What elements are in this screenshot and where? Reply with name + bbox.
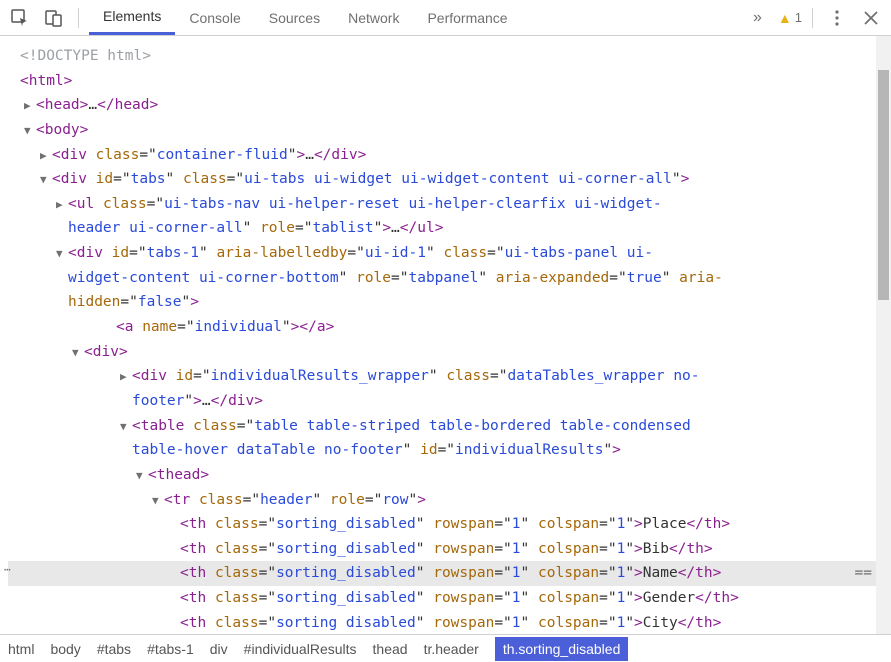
dom-line[interactable]: <!DOCTYPE html>	[8, 44, 876, 69]
dom-line[interactable]: header ui-corner-all" role="tablist">…</…	[8, 216, 876, 241]
warnings-badge[interactable]: ▲ 1	[778, 10, 802, 26]
dom-line[interactable]: ▼<div id="tabs-1" aria-labelledby="ui-id…	[8, 241, 876, 266]
expand-arrow-icon[interactable]: ▼	[56, 245, 68, 264]
separator	[78, 8, 79, 28]
dom-breadcrumb: html body #tabs #tabs-1 div #individualResult…	[0, 634, 891, 662]
breadcrumb-item[interactable]: #tabs	[97, 641, 131, 657]
panel-tabs: ElementsConsoleSourcesNetworkPerformance	[89, 0, 737, 35]
breadcrumb-item[interactable]: tr.header	[424, 641, 479, 657]
breadcrumb-item[interactable]: th.sorting_disabled	[495, 637, 629, 661]
device-toggle-icon[interactable]	[40, 4, 68, 32]
breadcrumb-item[interactable]: body	[50, 641, 80, 657]
breadcrumb-item[interactable]: thead	[373, 641, 408, 657]
dom-line[interactable]: <th class="sorting disabled" rowspan="1"…	[8, 611, 876, 634]
dom-line[interactable]: <th class="sorting_disabled" rowspan="1"…	[8, 586, 876, 611]
dom-line[interactable]: table-hover dataTable no-footer" id="ind…	[8, 438, 876, 463]
breadcrumb-item[interactable]: div	[210, 641, 228, 657]
vertical-scrollbar[interactable]	[876, 36, 891, 634]
expand-arrow-icon[interactable]: ▼	[120, 418, 132, 437]
expand-arrow-icon[interactable]: ▶	[120, 368, 132, 387]
dom-line[interactable]: <html>	[8, 69, 876, 94]
dom-line[interactable]: ▼<div id="tabs" class="ui-tabs ui-widget…	[8, 167, 876, 192]
expand-arrow-icon[interactable]: ▶	[56, 196, 68, 215]
expand-arrow-icon[interactable]: ▶	[40, 147, 52, 166]
breadcrumb-item[interactable]: #tabs-1	[147, 641, 194, 657]
warning-count: 1	[795, 10, 802, 25]
dom-line[interactable]: footer">…</div>	[8, 389, 876, 414]
dom-line[interactable]: ▼<tr class="header" role="row">	[8, 488, 876, 513]
dom-line[interactable]: ▶<ul class="ui-tabs-nav ui-helper-reset …	[8, 192, 876, 217]
dom-line[interactable]: ▼<body>	[8, 118, 876, 143]
expand-arrow-icon[interactable]: ▼	[136, 467, 148, 486]
kebab-menu-icon[interactable]	[823, 4, 851, 32]
expand-arrow-icon[interactable]: ▶	[24, 97, 36, 116]
close-icon[interactable]	[857, 4, 885, 32]
dom-line[interactable]: ▼<div>	[8, 340, 876, 365]
dom-line[interactable]: ▶<head>…</head>	[8, 93, 876, 118]
dom-line[interactable]: ▼<table class="table table-striped table…	[8, 414, 876, 439]
expand-arrow-icon[interactable]: ▼	[40, 171, 52, 190]
tab-network[interactable]: Network	[334, 0, 413, 35]
warning-icon: ▲	[778, 10, 792, 26]
dom-line[interactable]: hidden="false">	[8, 290, 876, 315]
tab-elements[interactable]: Elements	[89, 0, 175, 35]
dom-tree-panel[interactable]: <!DOCTYPE html><html>▶<head>…</head>▼<bo…	[0, 36, 876, 634]
expand-arrow-icon[interactable]: ▼	[152, 492, 164, 511]
more-panels-button[interactable]: »	[743, 9, 772, 27]
tab-sources[interactable]: Sources	[255, 0, 334, 35]
scrollbar-thumb[interactable]	[878, 70, 889, 300]
devtools-toolbar: ElementsConsoleSourcesNetworkPerformance…	[0, 0, 891, 36]
expand-arrow-icon[interactable]: ▼	[24, 122, 36, 141]
dom-line[interactable]: <th class="sorting_disabled" rowspan="1"…	[8, 537, 876, 562]
breadcrumb-item[interactable]: html	[8, 641, 34, 657]
separator	[812, 8, 813, 28]
inspect-icon[interactable]	[6, 4, 34, 32]
tab-performance[interactable]: Performance	[413, 0, 521, 35]
breadcrumb-item[interactable]: #individualResults	[244, 641, 357, 657]
dom-line[interactable]: ▶<div id="individualResults_wrapper" cla…	[8, 364, 876, 389]
content-area: <!DOCTYPE html><html>▶<head>…</head>▼<bo…	[0, 36, 891, 634]
dom-line[interactable]: <th class="sorting_disabled" rowspan="1"…	[8, 512, 876, 537]
dom-line[interactable]: ⋯<th class="sorting_disabled" rowspan="1…	[8, 561, 876, 586]
expand-arrow-icon[interactable]: ▼	[72, 344, 84, 363]
dom-line[interactable]: widget-content ui-corner-bottom" role="t…	[8, 266, 876, 291]
dom-line[interactable]: <a name="individual"></a>	[8, 315, 876, 340]
dom-line[interactable]: ▶<div class="container-fluid">…</div>	[8, 143, 876, 168]
tab-console[interactable]: Console	[175, 0, 254, 35]
dom-line[interactable]: ▼<thead>	[8, 463, 876, 488]
